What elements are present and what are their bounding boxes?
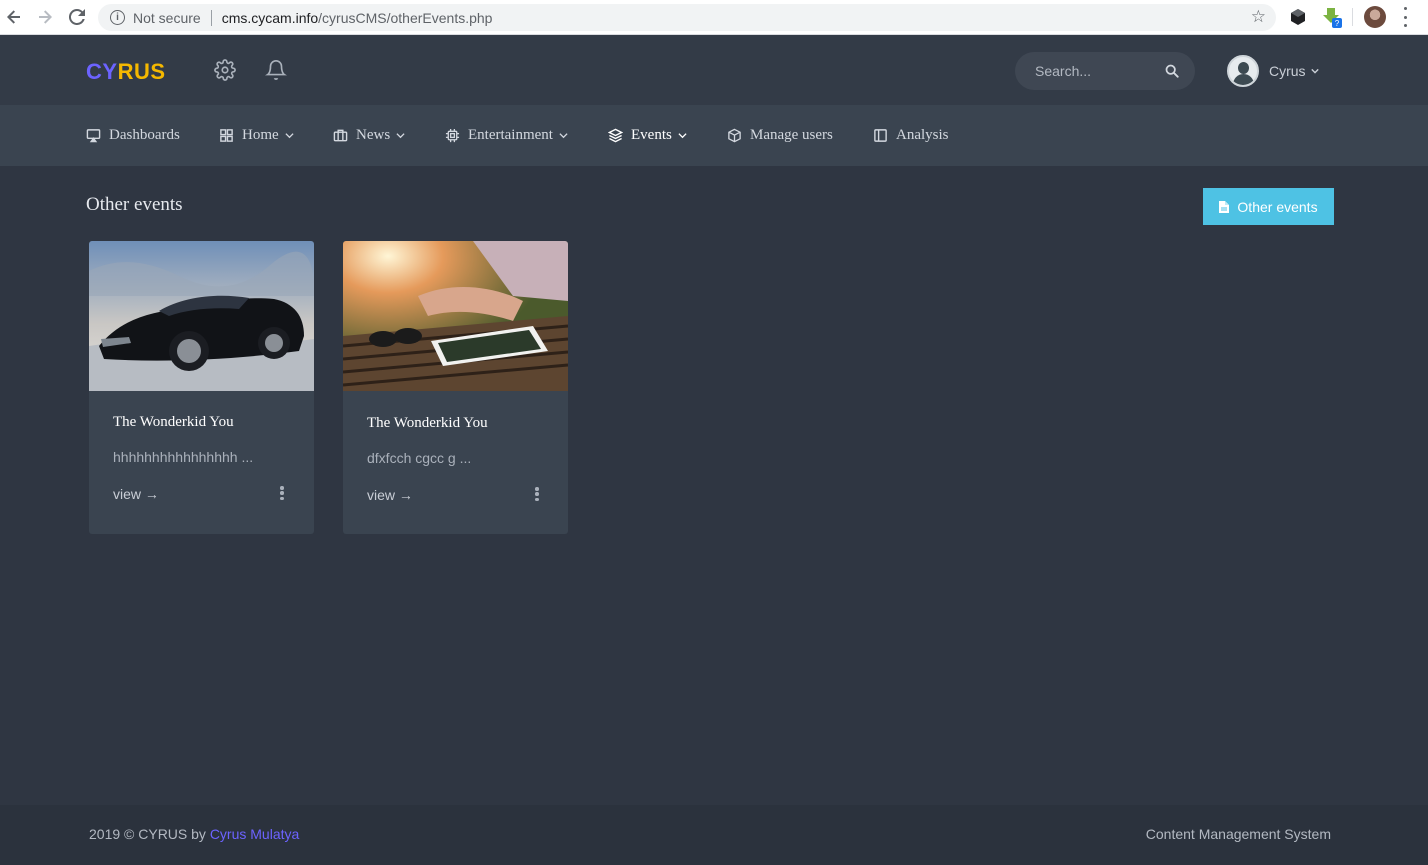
logo-part-1: CY <box>86 59 118 84</box>
nav-item-analysis[interactable]: Analysis <box>873 127 949 144</box>
chevron-down-icon <box>559 133 568 139</box>
top-header: CYRUS Cyrus <box>0 35 1428 105</box>
nav-item-events[interactable]: Events <box>608 127 695 144</box>
nav-label: Analysis <box>896 127 949 143</box>
site-logo[interactable]: CYRUS <box>86 59 166 85</box>
toolbar-divider <box>1352 8 1353 26</box>
browser-profile-avatar[interactable] <box>1364 6 1386 28</box>
forward-arrow-icon[interactable] <box>33 6 57 28</box>
svg-text:?: ? <box>1335 19 1340 28</box>
bookmark-star-icon[interactable]: ☆ <box>1251 7 1266 27</box>
view-link[interactable]: view → <box>367 487 413 503</box>
event-card: The Wonderkid You hhhhhhhhhhhhhhhh ... v… <box>89 241 314 534</box>
settings-gear-icon[interactable] <box>214 59 236 81</box>
grid-icon <box>220 129 233 142</box>
page-footer: 2019 © CYRUS by Cyrus Mulatya Content Ma… <box>0 805 1428 865</box>
nav-item-manage-users[interactable]: Manage users <box>727 127 833 144</box>
address-divider <box>210 9 212 26</box>
card-description: dfxfcch cgcc g ... <box>367 450 472 466</box>
author-link[interactable]: Cyrus Mulatya <box>210 826 299 842</box>
sidebar-icon <box>874 129 887 142</box>
url-host: cms.cycam.info <box>221 9 319 26</box>
browser-toolbar: i Not secure cms.cycam.info/cyrusCMS/oth… <box>0 0 1428 35</box>
search-icon[interactable] <box>1165 64 1179 78</box>
browser-menu-icon[interactable] <box>1402 7 1408 27</box>
chevron-down-icon <box>285 133 294 139</box>
card-description: hhhhhhhhhhhhhhhh ... <box>113 449 254 465</box>
event-image-tablet[interactable] <box>343 241 568 391</box>
layers-icon <box>608 128 623 143</box>
nav-label: Dashboards <box>109 127 180 143</box>
nav-label: News <box>356 127 391 143</box>
footer-copyright: 2019 © CYRUS by Cyrus Mulatya <box>89 826 299 842</box>
nav-item-home[interactable]: Home <box>219 127 302 144</box>
logo-part-2: RUS <box>117 59 166 84</box>
view-link[interactable]: view → <box>113 486 159 502</box>
extension-cube-icon[interactable] <box>1288 7 1308 27</box>
more-options-icon[interactable] <box>535 487 539 501</box>
nav-item-dashboards[interactable]: Dashboards <box>86 127 180 144</box>
card-title: The Wonderkid You <box>113 414 234 430</box>
chevron-down-icon <box>1310 68 1319 74</box>
button-label: Other events <box>1237 198 1318 215</box>
notification-bell-icon[interactable] <box>265 59 287 81</box>
address-bar[interactable]: i Not secure cms.cycam.info/cyrusCMS/oth… <box>98 4 1276 31</box>
nav-item-entertainment[interactable]: Entertainment <box>445 127 576 144</box>
event-image-car[interactable] <box>89 241 314 391</box>
chevron-down-icon <box>678 133 687 139</box>
user-menu[interactable]: Cyrus <box>1227 55 1319 87</box>
cpu-icon <box>445 128 460 143</box>
briefcase-icon <box>333 129 348 142</box>
extension-download-icon[interactable]: ? <box>1322 7 1342 28</box>
other-events-button[interactable]: Other events <box>1203 188 1334 225</box>
user-avatar[interactable] <box>1227 55 1259 87</box>
nav-item-news[interactable]: News <box>333 127 413 144</box>
nav-label: Home <box>242 127 279 143</box>
copyright-text: 2019 © CYRUS by <box>89 826 210 842</box>
nav-label: Entertainment <box>468 127 553 143</box>
security-label: Not secure <box>133 9 201 26</box>
search-box[interactable] <box>1015 52 1195 90</box>
url-path: /cyrusCMS/otherEvents.php <box>318 9 493 26</box>
page-title: Other events <box>86 194 183 215</box>
monitor-icon <box>86 129 101 143</box>
back-arrow-icon[interactable] <box>2 6 26 28</box>
user-name: Cyrus <box>1269 63 1306 79</box>
footer-tagline: Content Management System <box>1145 826 1331 842</box>
main-navigation: Dashboards Home News Entertainment Event… <box>0 105 1428 166</box>
card-title: The Wonderkid You <box>367 415 488 431</box>
file-icon <box>1219 200 1230 213</box>
event-card: The Wonderkid You dfxfcch cgcc g ... vie… <box>343 241 568 534</box>
box-icon <box>728 128 741 143</box>
reload-icon[interactable] <box>65 6 89 28</box>
nav-label: Manage users <box>750 127 833 143</box>
chevron-down-icon <box>396 133 405 139</box>
search-input[interactable] <box>1035 63 1155 79</box>
more-options-icon[interactable] <box>280 486 284 500</box>
info-icon[interactable]: i <box>110 10 125 25</box>
nav-label: Events <box>631 127 672 143</box>
